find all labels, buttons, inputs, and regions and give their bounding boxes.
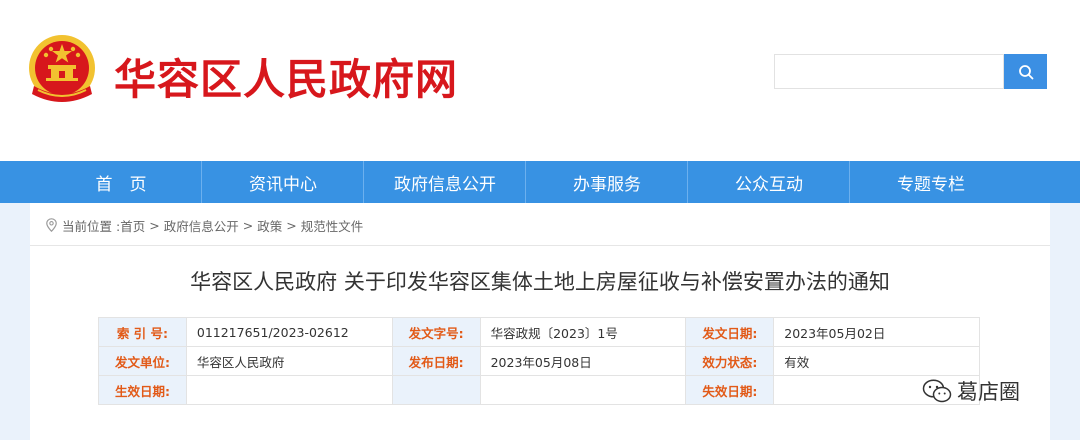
breadcrumb-home[interactable]: 首页 xyxy=(120,216,145,235)
search-input[interactable] xyxy=(774,54,1004,89)
expiry-date-label: 失效日期: xyxy=(685,375,775,405)
status-value: 有效 xyxy=(773,346,980,376)
issue-date-label: 发文日期: xyxy=(685,317,775,347)
national-emblem-icon xyxy=(29,35,95,102)
table-row: 发文单位: 华容区人民政府 发布日期: 2023年05月08日 效力状态: 有效 xyxy=(98,346,980,376)
issue-date-value: 2023年05月02日 xyxy=(773,317,980,347)
nav-item-interaction[interactable]: 公众互动 xyxy=(688,161,850,203)
doc-number-value: 华容政规〔2023〕1号 xyxy=(479,317,687,347)
search-icon xyxy=(1018,64,1033,79)
nav-item-gov-info[interactable]: 政府信息公开 xyxy=(364,161,526,203)
nav-item-news[interactable]: 资讯中心 xyxy=(202,161,364,203)
doc-number-label: 发文字号: xyxy=(391,317,481,347)
table-row: 生效日期: 失效日期: xyxy=(98,375,980,405)
watermark: 葛店圈 xyxy=(922,376,1020,406)
nav-item-services[interactable]: 办事服务 xyxy=(526,161,688,203)
breadcrumb-separator: > xyxy=(242,217,254,233)
main-nav: 首 页 资讯中心 政府信息公开 办事服务 公众互动 专题专栏 xyxy=(0,161,1080,203)
table-row: 索 引 号: 011217651/2023-02612 发文字号: 华容政规〔2… xyxy=(98,317,980,347)
empty-label-cell xyxy=(391,375,481,405)
breadcrumb-separator: > xyxy=(149,217,160,233)
breadcrumb-prefix: 当前位置 : xyxy=(62,218,121,234)
issuer-value: 华容区人民政府 xyxy=(185,346,393,376)
site-header: 华容区人民政府网 xyxy=(0,0,1080,161)
effective-date-label: 生效日期: xyxy=(98,375,187,405)
empty-value-cell xyxy=(479,375,687,405)
nav-item-topics[interactable]: 专题专栏 xyxy=(850,161,1012,203)
search-button[interactable] xyxy=(1004,54,1047,89)
breadcrumb-separator: > xyxy=(286,217,297,233)
status-label: 效力状态: xyxy=(685,346,775,376)
site-title: 华容区人民政府网 xyxy=(114,55,459,104)
location-pin-icon xyxy=(46,218,57,232)
document-info-table: 索 引 号: 011217651/2023-02612 发文字号: 华容政规〔2… xyxy=(98,317,980,405)
breadcrumb-gov-info[interactable]: 政府信息公开 xyxy=(164,216,239,235)
wechat-icon xyxy=(922,379,952,403)
index-label: 索 引 号: xyxy=(98,317,187,347)
watermark-text: 葛店圈 xyxy=(957,380,1020,404)
breadcrumb-regulatory-docs[interactable]: 规范性文件 xyxy=(301,216,364,235)
publish-date-value: 2023年05月08日 xyxy=(479,346,687,376)
main-content: 当前位置 : 首页 > 政府信息公开 > 政策 > 规范性文件 华容区人民政府 … xyxy=(30,203,1050,440)
nav-item-home[interactable]: 首 页 xyxy=(40,161,202,203)
breadcrumb: 当前位置 : 首页 > 政府信息公开 > 政策 > 规范性文件 xyxy=(46,215,363,235)
article-title: 华容区人民政府 关于印发华容区集体土地上房屋征收与补偿安置办法的通知 xyxy=(190,270,890,294)
issuer-label: 发文单位: xyxy=(98,346,187,376)
breadcrumb-divider xyxy=(30,245,1050,246)
breadcrumb-policy[interactable]: 政策 xyxy=(257,216,282,235)
effective-date-value xyxy=(185,375,393,405)
index-value: 011217651/2023-02612 xyxy=(185,317,393,347)
publish-date-label: 发布日期: xyxy=(391,346,481,376)
